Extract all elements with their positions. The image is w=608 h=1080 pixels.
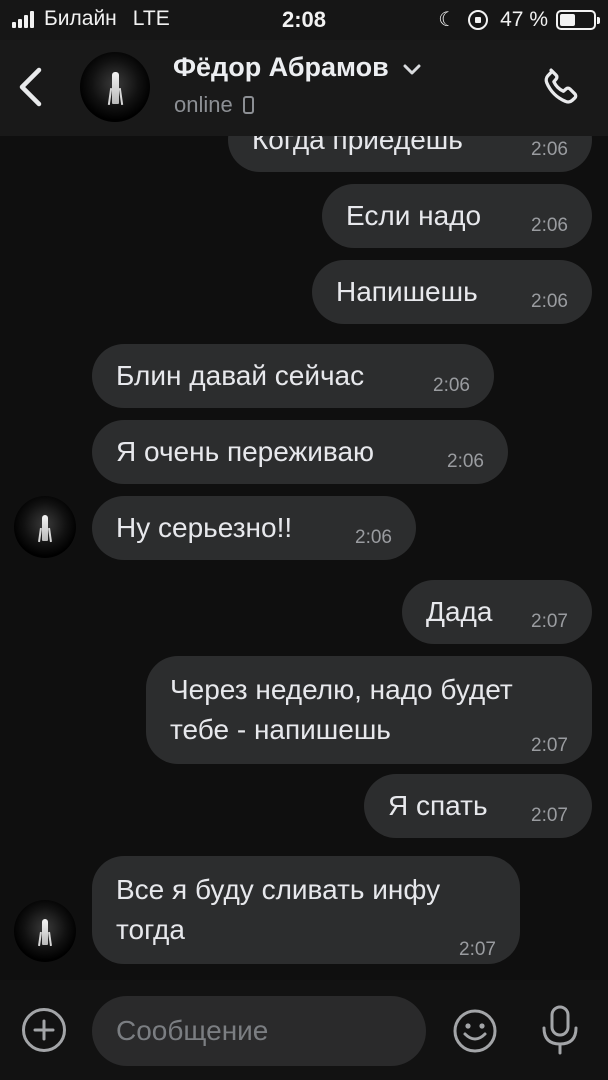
status-left: Билайн LTE: [12, 7, 170, 31]
smile-icon: [453, 1009, 497, 1053]
message-time: 2:07: [531, 735, 568, 756]
message-bubble-outgoing[interactable]: Напишешь 2:06: [312, 260, 592, 324]
message-bubble-incoming[interactable]: Ну серьезно!! 2:06: [92, 496, 416, 560]
message-time: 2:06: [447, 451, 484, 472]
microphone-icon: [542, 1005, 578, 1055]
message-time: 2:07: [531, 611, 568, 632]
signal-icon: [12, 10, 36, 28]
network-type: LTE: [132, 7, 170, 30]
battery-icon: [556, 9, 600, 30]
message-time: 2:06: [531, 291, 568, 312]
message-text: Через неделю, надо будет тебе - напишешь: [170, 674, 513, 745]
message-text: Когда приедешь: [252, 136, 463, 155]
message-text: Я очень переживаю: [116, 436, 375, 467]
sender-avatar[interactable]: [14, 900, 76, 962]
sender-avatar[interactable]: [14, 496, 76, 558]
message-bubble-outgoing[interactable]: Когда приедешь 2:06: [228, 136, 592, 172]
message-bubble-outgoing[interactable]: Дада 2:07: [402, 580, 592, 644]
message-time: 2:06: [355, 527, 392, 548]
chat-header: Фёдор Абрамов online: [0, 40, 608, 136]
message-time: 2:06: [433, 375, 470, 396]
message-bubble-incoming[interactable]: Блин давай сейчас 2:06: [92, 344, 494, 408]
message-text: Напишешь: [336, 276, 478, 307]
back-button[interactable]: [10, 62, 50, 112]
contact-status: online: [174, 92, 254, 118]
contact-status-text: online: [174, 92, 233, 117]
message-time: 2:07: [531, 805, 568, 826]
contact-name: Фёдор Абрамов: [173, 52, 389, 82]
status-bar: Билайн LTE 2:08 ☾ 47 %: [0, 0, 608, 40]
contact-name-button[interactable]: Фёдор Абрамов: [173, 52, 421, 83]
message-text: Все я буду сливать инфу тогда: [116, 874, 441, 945]
plus-circle-icon: [33, 1019, 55, 1041]
mobile-device-icon: [242, 96, 254, 114]
message-time: 2:06: [531, 139, 568, 160]
phone-icon: [544, 68, 578, 104]
battery-percent: 47 %: [500, 7, 548, 31]
message-text: Дада: [426, 596, 493, 627]
carrier-name: Билайн: [44, 7, 117, 30]
message-list[interactable]: Когда приедешь 2:06 Если надо 2:06 Напиш…: [0, 136, 608, 980]
call-button[interactable]: [536, 62, 586, 112]
message-bubble-incoming[interactable]: Все я буду сливать инфу тогда 2:07: [92, 856, 520, 964]
message-bubble-outgoing[interactable]: Я спать 2:07: [364, 774, 592, 838]
moon-icon: ☾: [438, 9, 457, 31]
chevron-down-icon: [403, 64, 421, 74]
message-time: 2:06: [531, 215, 568, 236]
chevron-left-icon: [19, 67, 42, 107]
message-input[interactable]: Сообщение: [92, 996, 426, 1066]
message-input-placeholder: Сообщение: [116, 1015, 269, 1046]
message-bubble-outgoing[interactable]: Через неделю, надо будет тебе - напишешь…: [146, 656, 592, 764]
message-bubble-incoming[interactable]: Я очень переживаю 2:06: [92, 420, 508, 484]
rotation-lock-icon: [468, 9, 489, 30]
emoji-button[interactable]: [452, 1008, 498, 1054]
contact-avatar[interactable]: [80, 52, 150, 122]
attach-button[interactable]: [22, 1008, 66, 1052]
message-text: Я спать: [388, 790, 488, 821]
message-bubble-outgoing[interactable]: Если надо 2:06: [322, 184, 592, 248]
message-text: Ну серьезно!!: [116, 512, 293, 543]
message-text: Блин давай сейчас: [116, 360, 365, 391]
message-time: 2:07: [459, 939, 496, 960]
voice-message-button[interactable]: [536, 1004, 584, 1056]
status-right: ☾ 47 %: [438, 7, 600, 32]
message-text: Если надо: [346, 200, 482, 231]
